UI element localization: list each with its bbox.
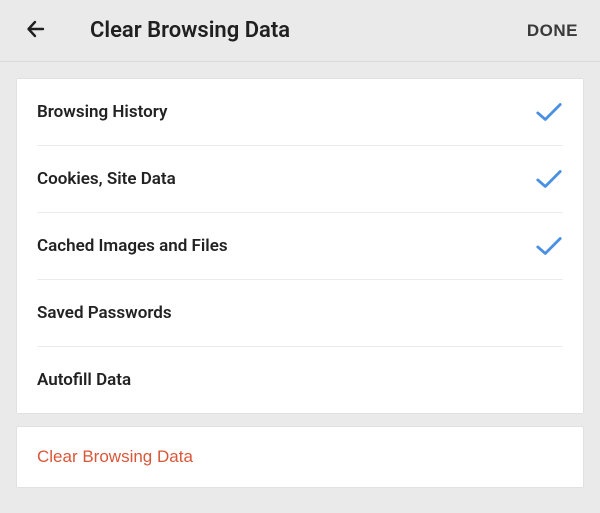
list-item[interactable]: Autofill Data	[17, 347, 583, 413]
list-item-label: Cached Images and Files	[37, 236, 228, 256]
back-button[interactable]	[18, 11, 54, 50]
action-card: Clear Browsing Data	[16, 426, 584, 488]
page-title: Clear Browsing Data	[90, 18, 523, 43]
check-icon	[535, 370, 563, 390]
options-list: Browsing History Cookies, Site Data Cached…	[16, 78, 584, 414]
arrow-left-icon	[24, 17, 48, 44]
list-item-label: Autofill Data	[37, 370, 131, 390]
check-icon	[535, 303, 563, 323]
header: Clear Browsing Data DONE	[0, 0, 600, 62]
list-item-label: Saved Passwords	[37, 303, 172, 323]
list-item[interactable]: Saved Passwords	[17, 280, 583, 346]
done-button[interactable]: DONE	[523, 13, 582, 49]
list-item[interactable]: Cookies, Site Data	[17, 146, 583, 212]
list-item[interactable]: Cached Images and Files	[17, 213, 583, 279]
check-icon	[535, 102, 563, 122]
list-item-label: Browsing History	[37, 102, 167, 122]
list-item-label: Cookies, Site Data	[37, 169, 176, 189]
check-icon	[535, 236, 563, 256]
check-icon	[535, 169, 563, 189]
clear-browsing-data-button[interactable]: Clear Browsing Data	[17, 427, 583, 487]
list-item[interactable]: Browsing History	[17, 79, 583, 145]
